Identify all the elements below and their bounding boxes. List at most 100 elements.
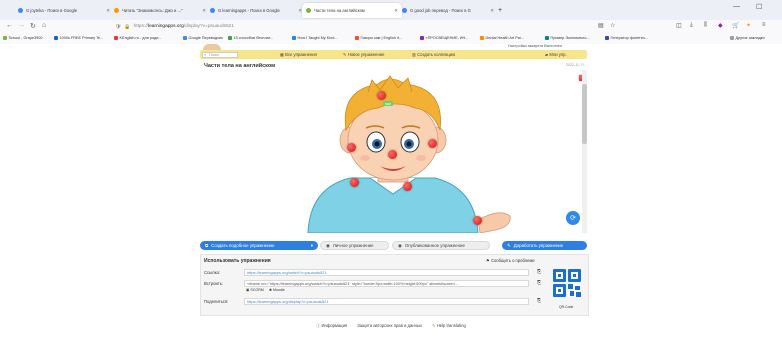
bookmark-item[interactable]: How I Taught My Kind... bbox=[292, 36, 338, 40]
download-icon[interactable]: ⤓ bbox=[690, 22, 693, 29]
browser-tab[interactable]: G learningapps - Поиск в Google ✕ bbox=[206, 3, 306, 18]
browser-tab[interactable]: Читать "Знакомьтесь: Джо и ..." ✕ bbox=[110, 3, 210, 18]
bookmark-item[interactable]: «ПРОСВЕЩЕНИЕ, ИН... bbox=[420, 36, 468, 40]
copy-icon[interactable]: ⎘ bbox=[537, 298, 541, 304]
refresh-icon: ⟳ bbox=[570, 215, 576, 222]
addon-icon[interactable]: ✦ bbox=[746, 22, 751, 29]
pocket-icon[interactable]: ◫ bbox=[676, 22, 682, 29]
duplicate-icon: ⧉ bbox=[205, 243, 209, 248]
bookmark-item[interactable]: Генератор фонетич... bbox=[605, 36, 648, 40]
bookmark-item[interactable]: Другие закладки bbox=[730, 36, 765, 40]
bookmark-item[interactable]: Пример Экономного... bbox=[545, 36, 590, 40]
bookmark-icon bbox=[292, 36, 296, 40]
bookmark-icon bbox=[114, 36, 118, 40]
menu-icon[interactable]: ≡ bbox=[762, 22, 766, 28]
bookmark-icon bbox=[183, 36, 187, 40]
maximize-icon[interactable]: ☐ bbox=[756, 3, 762, 11]
bookmark-item[interactable]: KEnglish.ru - для роди... bbox=[114, 36, 161, 40]
nav-all-exercises[interactable]: ▦ Все упражнения bbox=[280, 52, 317, 57]
scorm-link[interactable]: ▣ SCORM bbox=[246, 288, 264, 292]
reader-icon[interactable]: ▤ bbox=[598, 22, 604, 29]
privacy-link[interactable]: Защита авторских прав и данных bbox=[357, 323, 422, 331]
date-label: 2022-11-?? bbox=[566, 63, 585, 67]
bookmark-icon bbox=[228, 36, 232, 40]
share-field[interactable]: https://learningapps.org/display?v=psuau… bbox=[244, 298, 529, 305]
marker-pin-neck[interactable] bbox=[403, 182, 412, 191]
marker-pin-hand[interactable] bbox=[473, 216, 482, 225]
cart-icon[interactable]: 🛒 bbox=[732, 22, 739, 29]
reload-icon[interactable]: ↻ bbox=[30, 22, 36, 30]
bookmark-item[interactable]: 1000s FREE Primary Te... bbox=[54, 36, 103, 40]
star-icon[interactable]: ☆ bbox=[610, 22, 615, 29]
copy-icon[interactable]: ⎘ bbox=[537, 280, 541, 286]
page-footer: ⓘ Информация Защита авторских прав и дан… bbox=[0, 323, 782, 331]
pencil-icon: ✎ bbox=[343, 52, 347, 57]
bookmark-item[interactable]: 15 способов бесплат... bbox=[228, 36, 273, 40]
google-icon bbox=[18, 8, 23, 13]
help-translating-link[interactable]: ✎ Help translating bbox=[432, 323, 466, 331]
create-similar-button[interactable]: ⧉ Создать подобное упражнение ▾ bbox=[200, 241, 318, 250]
folder-icon: ▰ bbox=[545, 52, 549, 57]
eye-icon: ◉ bbox=[326, 242, 330, 248]
marker-pin-shoulder[interactable] bbox=[350, 178, 359, 187]
browser-tab[interactable]: G joyteka - Поиск в Google ✕ bbox=[14, 3, 114, 18]
lock-icon: 🔒 bbox=[124, 23, 131, 30]
embed-field[interactable]: <iframe src="https://learningapps.org/wa… bbox=[244, 280, 529, 287]
forward-icon[interactable]: → bbox=[18, 22, 25, 29]
search-input[interactable]: ⌕ Поиск bbox=[202, 51, 238, 58]
library-icon[interactable]: ⫼ bbox=[704, 22, 707, 29]
site-nav-bar: ⌕ Поиск ▦ Все упражнения ✎ Новое упражне… bbox=[200, 50, 587, 59]
nav-create-collection[interactable]: ▥ Создать коллекцию bbox=[412, 52, 455, 57]
search-icon: ⌕ bbox=[204, 52, 207, 57]
marker-pin-nose[interactable] bbox=[388, 150, 397, 159]
marker-pin-hair[interactable] bbox=[377, 91, 386, 100]
account-settings-link[interactable]: Настройки аккаунта Выполнен bbox=[508, 44, 562, 48]
extension-icon[interactable]: ◆ bbox=[718, 22, 723, 29]
copy-icon[interactable]: ⎘ bbox=[537, 269, 541, 275]
flag-icon: ⚑ bbox=[486, 258, 490, 263]
private-exercise-button[interactable]: ◉ Личное упражнение bbox=[320, 241, 389, 250]
pencil-icon: ✎ bbox=[432, 323, 436, 328]
bookmark-item[interactable]: Dental Health Art Pai... bbox=[480, 36, 524, 40]
package-icon: ▣ bbox=[246, 288, 250, 292]
navigation-bar: ← → ↻ ⌂ 🛡 🔒 https://learningapps.org/dis… bbox=[0, 20, 782, 35]
pencil-icon: ✎ bbox=[507, 242, 511, 248]
moodle-icon: ✱ bbox=[269, 288, 273, 292]
check-answer-button[interactable]: ⟳ bbox=[566, 211, 580, 225]
address-bar[interactable]: 🛡 🔒 https://learningapps.org/display?v=p… bbox=[115, 22, 595, 31]
grid-icon: ▦ bbox=[280, 52, 284, 57]
link-label: Ссылка: bbox=[204, 270, 220, 275]
chevron-down-icon: ▾ bbox=[310, 242, 313, 248]
bookmark-icon bbox=[420, 36, 424, 40]
stage-scrollbar-thumb[interactable] bbox=[582, 84, 587, 144]
browser-tab[interactable]: G good job перевод - Поиск в G ✕ bbox=[398, 3, 498, 18]
bookmark-item[interactable]: Google Переводчик bbox=[183, 36, 223, 40]
bookmark-icon bbox=[3, 36, 7, 40]
report-problem-link[interactable]: ⚑ Сообщить о проблеме bbox=[486, 258, 535, 263]
minimize-icon[interactable]: — bbox=[733, 3, 740, 10]
bookmark-item[interactable]: Говори сам | English it... bbox=[355, 36, 402, 40]
embed-label: Встроить: bbox=[204, 281, 224, 286]
bookmark-item[interactable]: School - Grape3900 bbox=[3, 36, 42, 40]
browser-tab-active[interactable]: Части тела на английском ✕ bbox=[302, 3, 402, 18]
new-tab-button[interactable]: + bbox=[494, 3, 512, 18]
usage-panel: Использовать упражнения ⚑ Сообщить о про… bbox=[200, 254, 589, 316]
marker-pin-ear[interactable] bbox=[428, 139, 437, 148]
google-icon bbox=[210, 8, 215, 13]
improve-exercise-button[interactable]: ✎ Доработать упражнение bbox=[502, 241, 587, 250]
back-icon[interactable]: ← bbox=[6, 22, 13, 29]
google-icon bbox=[402, 8, 407, 13]
exercise-stage[interactable]: hair bbox=[200, 70, 587, 234]
nav-my-exercises[interactable]: ▰ Мои упр. bbox=[545, 52, 567, 57]
share-label: Поделиться: bbox=[204, 299, 229, 304]
nav-new-exercise[interactable]: ✎ Новое упражнение bbox=[343, 52, 384, 57]
bookmark-icon bbox=[545, 36, 549, 40]
published-exercise-button[interactable]: ◉ Опубликованное упражнение bbox=[392, 241, 490, 250]
link-field[interactable]: https://learningapps.org/watch?v=psuauds… bbox=[244, 269, 529, 276]
home-icon[interactable]: ⌂ bbox=[42, 22, 46, 29]
moodle-link[interactable]: ✱ Moodle bbox=[269, 288, 285, 292]
qr-code-label: QR-Code bbox=[559, 305, 574, 309]
info-link[interactable]: ⓘ Информация bbox=[316, 323, 347, 331]
hair-label-tag[interactable]: hair bbox=[383, 101, 393, 106]
marker-pin-ear[interactable] bbox=[347, 143, 356, 152]
